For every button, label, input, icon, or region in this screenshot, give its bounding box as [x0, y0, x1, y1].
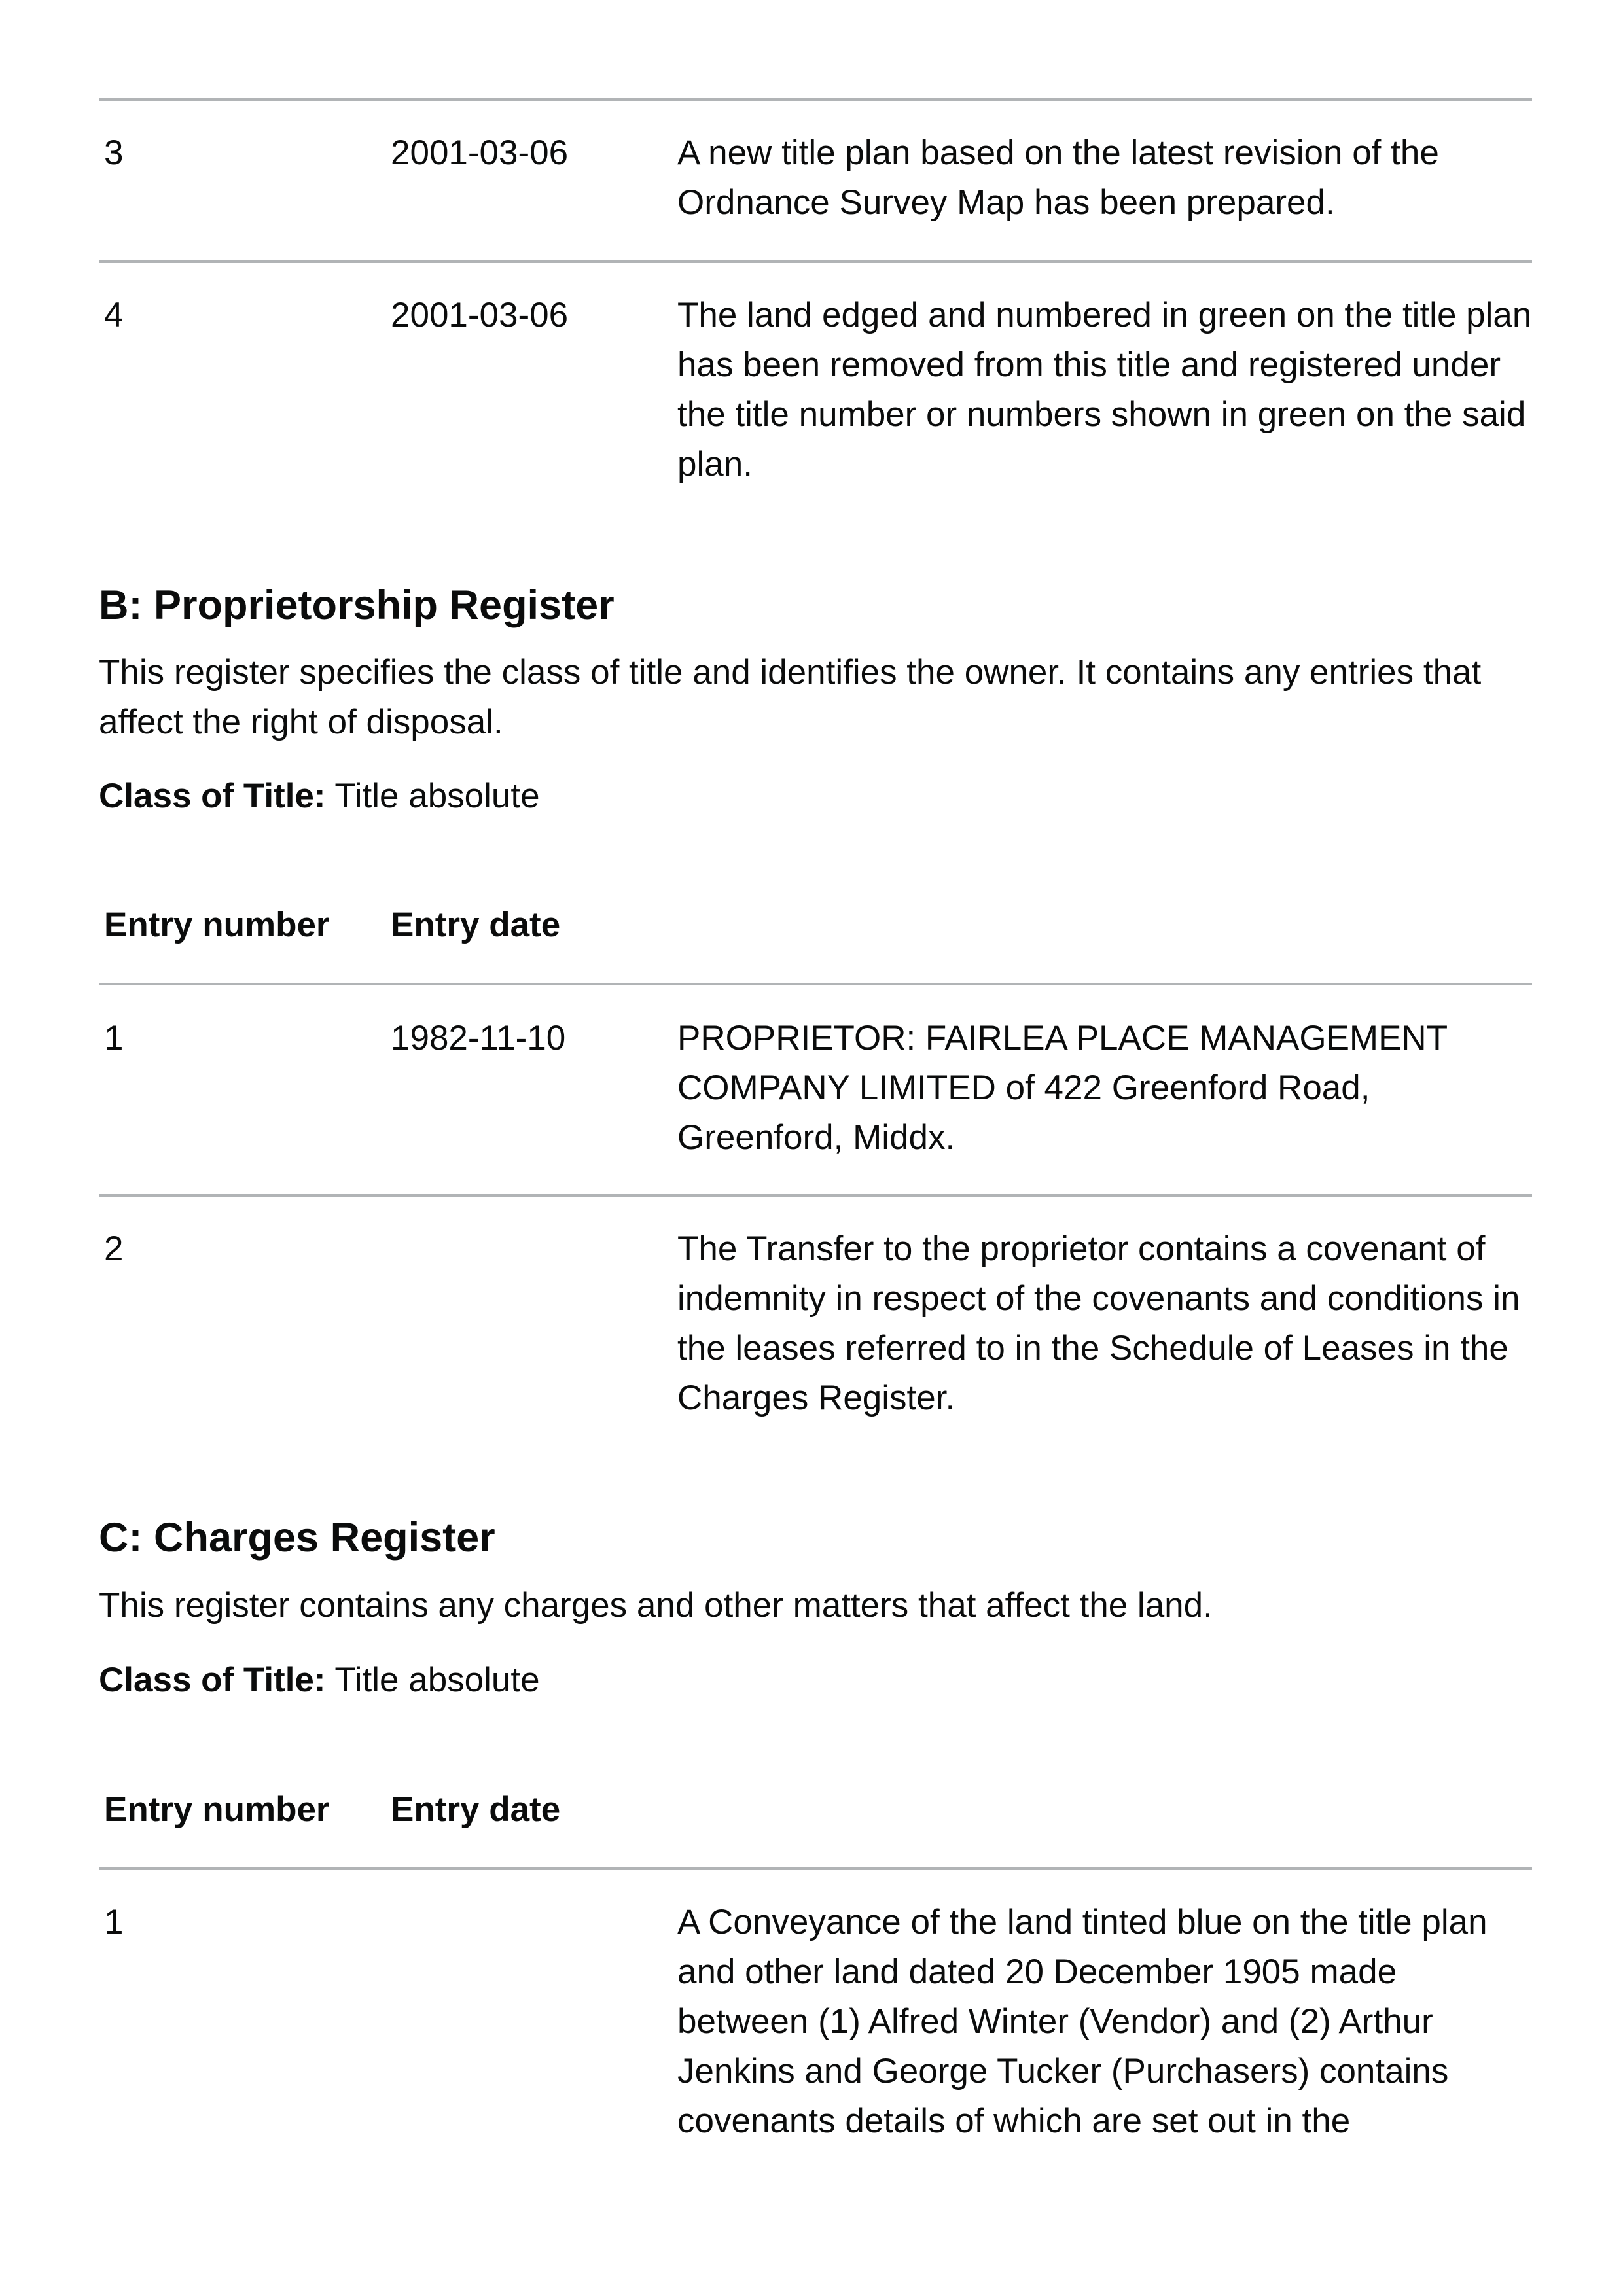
section-heading-charges: C: Charges Register — [99, 1515, 495, 1561]
column-header-entry-number: Entry number — [104, 1790, 330, 1829]
entry-number: 2 — [104, 1229, 124, 1268]
row-divider — [99, 1867, 1532, 1870]
column-header-entry-date: Entry date — [391, 906, 561, 944]
row-divider — [99, 98, 1532, 101]
row-divider — [99, 983, 1532, 985]
class-of-title-value: Title absolute — [334, 777, 540, 815]
class-of-title-value: Title absolute — [334, 1661, 540, 1699]
class-of-title-label: Class of Title: — [99, 777, 326, 815]
entry-date: 2001-03-06 — [391, 296, 569, 334]
section-heading-proprietorship: B: Proprietorship Register — [99, 582, 615, 628]
class-of-title: Class of Title: Title absolute — [99, 771, 1532, 821]
section-description: This register contains any charges and o… — [99, 1586, 1213, 1625]
entry-date: 1982-11-10 — [391, 1019, 566, 1057]
entry-text: The Transfer to the proprietor contains … — [677, 1229, 1520, 1417]
entry-number: 1 — [104, 1903, 124, 1941]
entry-text: PROPRIETOR: FAIRLEA PLACE MANAGEMENT COM… — [677, 1019, 1448, 1157]
row-divider — [99, 1194, 1532, 1197]
entry-date: 2001-03-06 — [391, 133, 569, 172]
entry-text: The land edged and numbered in green on … — [677, 296, 1532, 484]
column-header-entry-date: Entry date — [391, 1790, 561, 1829]
entry-text: A new title plan based on the latest rev… — [677, 133, 1439, 222]
entry-number: 4 — [104, 296, 124, 334]
entry-text: A Conveyance of the land tinted blue on … — [677, 1903, 1488, 2140]
row-divider — [99, 260, 1532, 263]
entry-number: 3 — [104, 133, 124, 172]
class-of-title-label: Class of Title: — [99, 1661, 326, 1699]
entry-number: 1 — [104, 1019, 124, 1057]
class-of-title: Class of Title: Title absolute — [99, 1655, 1532, 1705]
column-header-entry-number: Entry number — [104, 906, 330, 944]
section-description: This register specifies the class of tit… — [99, 653, 1482, 741]
